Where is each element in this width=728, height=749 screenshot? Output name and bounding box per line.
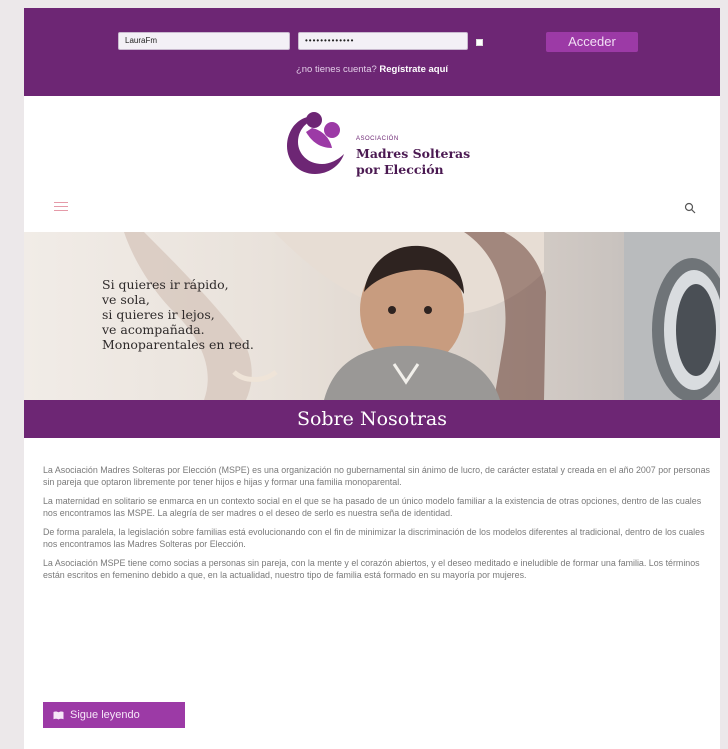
read-more-button[interactable]: Sigue leyendo (43, 702, 185, 728)
about-paragraph: La Asociación MSPE tiene como socias a p… (43, 558, 700, 580)
book-icon (53, 711, 64, 720)
menu-icon[interactable] (54, 202, 68, 212)
section-header: Sobre Nosotras (24, 400, 720, 438)
login-bar: LauraFm ••••••••••••• Acceder ¿no tienes… (24, 8, 720, 96)
register-prompt-text: ¿no tienes cuenta? (295, 64, 377, 75)
password-input[interactable]: ••••••••••••• (298, 32, 468, 50)
hero-quote-line: Si quieres ir rápido, (102, 277, 229, 292)
about-paragraph: De forma paralela, la legislación sobre … (43, 527, 705, 549)
about-content: La Asociación Madres Solteras por Elecci… (43, 465, 711, 589)
read-more-label: Sigue leyendo (70, 709, 140, 722)
logo-subtitle: ASOCIACIÓN (356, 136, 399, 142)
hero-quote: Si quieres ir rápido, ve sola, si quiere… (102, 277, 254, 352)
remember-checkbox[interactable] (476, 39, 483, 46)
register-prompt: ¿no tienes cuenta? Regístrate aquí (24, 64, 720, 75)
login-button[interactable]: Acceder (546, 32, 638, 52)
about-paragraph: La maternidad en solitario se enmarca en… (43, 496, 702, 518)
section-title: Sobre Nosotras (296, 408, 448, 430)
page: LauraFm ••••••••••••• Acceder ¿no tienes… (24, 8, 720, 749)
logo-title-line2: por Elección (356, 162, 444, 177)
search-icon[interactable] (684, 202, 696, 214)
username-input[interactable]: LauraFm (118, 32, 290, 50)
logo-icon[interactable] (282, 108, 348, 176)
hero-quote-line: ve acompañada. (102, 322, 205, 337)
logo-title-line1: Madres Solteras (356, 146, 471, 161)
register-link[interactable]: Regístrate aquí (379, 64, 448, 75)
hero-banner: Si quieres ir rápido, ve sola, si quiere… (24, 232, 720, 400)
hero-quote-line: si quieres ir lejos, (102, 307, 215, 322)
hero-quote-line: Monoparentales en red. (102, 337, 254, 352)
hero-quote-line: ve sola, (102, 292, 150, 307)
about-paragraph: La Asociación Madres Solteras por Elecci… (43, 465, 710, 487)
